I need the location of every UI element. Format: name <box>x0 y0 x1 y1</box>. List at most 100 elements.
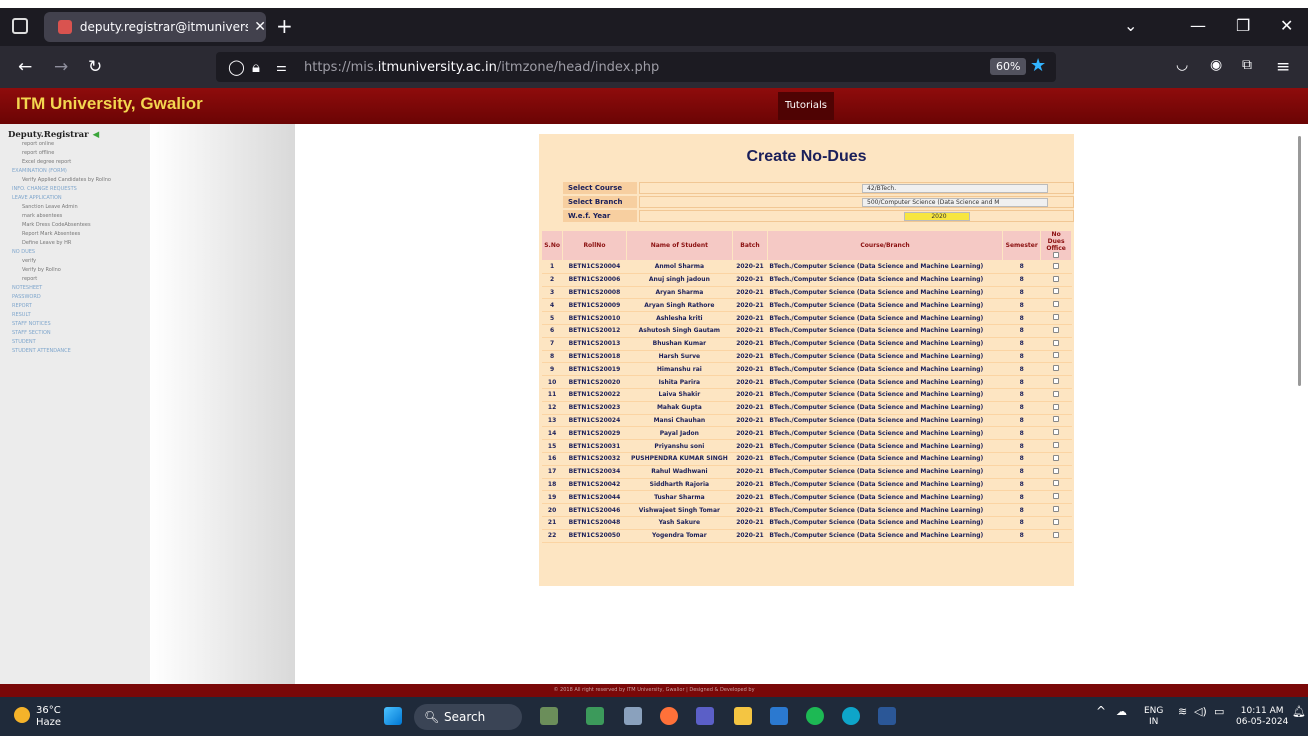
sidebar-section[interactable]: EXAMINATION (FORM) <box>12 167 111 176</box>
new-tab-icon[interactable]: + <box>276 14 293 38</box>
sidebar-link[interactable]: Report Mark Absentees <box>12 230 111 239</box>
sidebar-section[interactable]: REPORT <box>12 302 111 311</box>
taskbar-search[interactable]: 🔍︎ Search <box>414 704 522 730</box>
sidebar-link[interactable]: Mark Dress CodeAbsentees <box>12 221 111 230</box>
no-dues-checkbox[interactable] <box>1053 339 1060 346</box>
wifi-icon[interactable]: ≋ <box>1178 706 1187 717</box>
course-select[interactable]: 42/BTech. <box>862 184 1048 193</box>
windows-start-icon[interactable] <box>384 707 402 725</box>
no-dues-checkbox[interactable] <box>1053 352 1060 359</box>
sidebar-link[interactable]: report online <box>12 140 111 149</box>
no-dues-checkbox[interactable] <box>1053 506 1060 513</box>
sidebar-section[interactable]: NOTESHEET <box>12 284 111 293</box>
no-dues-checkbox[interactable] <box>1053 288 1060 295</box>
sidebar-section[interactable]: STAFF SECTION <box>12 329 111 338</box>
browser-tab[interactable]: deputy.registrar@itmuniversity.ac.in ✕ <box>44 12 266 42</box>
minimize-icon[interactable]: — <box>1190 16 1206 35</box>
no-dues-checkbox[interactable] <box>1053 262 1060 269</box>
word-icon[interactable] <box>878 707 896 725</box>
no-dues-checkbox[interactable] <box>1053 365 1060 372</box>
chevron-up-icon[interactable]: ^ <box>1096 705 1106 717</box>
chevron-down-icon[interactable]: ⌄ <box>1124 16 1137 35</box>
clock[interactable]: 10:11 AM 06-05-2024 <box>1236 706 1288 728</box>
no-dues-checkbox[interactable] <box>1053 390 1060 397</box>
language-indicator[interactable]: ENG IN <box>1144 706 1163 728</box>
sidebar-section[interactable]: STUDENT ATTENDANCE <box>12 347 111 356</box>
address-bar[interactable]: ◯ 🔒︎ ⚌ https://mis.itmuniversity.ac.in/i… <box>216 52 1056 82</box>
no-dues-checkbox[interactable] <box>1053 429 1060 436</box>
sidebar-link[interactable]: Excel degree report <box>12 158 111 167</box>
weather-widget[interactable]: 36°C Haze <box>14 705 61 729</box>
lock-icon[interactable]: 🔒︎ <box>252 58 260 76</box>
reload-icon[interactable]: ↻ <box>88 57 102 77</box>
app-icon[interactable] <box>586 707 604 725</box>
sidebar-section[interactable]: INFO. CHANGE REQUESTS <box>12 185 111 194</box>
volume-icon[interactable]: ◁) <box>1194 706 1207 717</box>
spotify-icon[interactable] <box>806 707 824 725</box>
table-row: 9 BETN1CS20019 Himanshu rai 2020-21 BTech./C… <box>541 362 1072 377</box>
sidebar-link[interactable]: verify <box>12 257 111 266</box>
branch-select[interactable]: 500/Computer Science (Data Science and M <box>862 198 1048 207</box>
sidebar-section[interactable]: NO DUES <box>12 248 111 257</box>
no-dues-checkbox[interactable] <box>1053 326 1060 333</box>
no-dues-checkbox[interactable] <box>1053 518 1060 525</box>
select-all-checkbox[interactable] <box>1053 252 1060 258</box>
close-window-icon[interactable]: ✕ <box>1280 16 1293 35</box>
extensions-icon[interactable]: ⧉ <box>1242 57 1252 73</box>
no-dues-checkbox[interactable] <box>1053 493 1060 500</box>
edge-icon[interactable] <box>842 707 860 725</box>
no-dues-checkbox[interactable] <box>1053 416 1060 423</box>
no-dues-checkbox[interactable] <box>1053 301 1060 308</box>
close-tab-icon[interactable]: ✕ <box>254 19 266 35</box>
no-dues-checkbox[interactable] <box>1053 442 1060 449</box>
sidebar-section[interactable]: RESULT <box>12 311 111 320</box>
refresh-icon[interactable]: ◀ <box>93 130 100 140</box>
zoom-level[interactable]: 60% <box>990 58 1027 75</box>
sidebar-section[interactable]: STAFF NOTICES <box>12 320 111 329</box>
maximize-icon[interactable]: ❐ <box>1236 16 1250 35</box>
notification-bell-icon[interactable]: 🔔︎ <box>1292 706 1306 717</box>
bookmark-star-icon[interactable]: ★ <box>1030 55 1046 76</box>
cloud-icon[interactable]: ☁ <box>1116 706 1127 717</box>
permissions-icon[interactable]: ⚌ <box>276 60 287 74</box>
sidebar-link[interactable]: Sanction Leave Admin <box>12 203 111 212</box>
firefox-icon[interactable] <box>660 707 678 725</box>
sidebar-link[interactable]: Verify by Rollno <box>12 266 111 275</box>
task-view-icon[interactable] <box>624 707 642 725</box>
sidebar-section[interactable]: LEAVE APPLICATION <box>12 194 111 203</box>
no-dues-checkbox[interactable] <box>1053 531 1060 538</box>
page-scrollbar[interactable] <box>1298 136 1301 386</box>
sidebar-link[interactable]: report <box>12 275 111 284</box>
no-dues-checkbox[interactable] <box>1053 480 1060 487</box>
row-no-dues-cell <box>1040 260 1072 274</box>
sidebar-section[interactable]: STUDENT <box>12 338 111 347</box>
url-text[interactable]: https://mis.itmuniversity.ac.in/itmzone/… <box>304 60 659 75</box>
year-select[interactable]: 2020 <box>904 212 970 221</box>
sidebar-link[interactable]: mark absentees <box>12 212 111 221</box>
account-icon[interactable]: ◉ <box>1210 57 1222 73</box>
branch-label: Select Branch <box>563 196 637 208</box>
no-dues-checkbox[interactable] <box>1053 378 1060 385</box>
no-dues-checkbox[interactable] <box>1053 454 1060 461</box>
battery-icon[interactable]: ▭ <box>1214 706 1224 717</box>
no-dues-checkbox[interactable] <box>1053 314 1060 321</box>
teams-icon[interactable] <box>696 707 714 725</box>
forward-icon[interactable]: → <box>54 57 68 77</box>
store-icon[interactable] <box>770 707 788 725</box>
sidebar-link[interactable]: report offline <box>12 149 111 158</box>
menu-icon[interactable]: ≡ <box>1276 57 1290 77</box>
sidebar-section[interactable]: PASSWORD <box>12 293 111 302</box>
no-dues-checkbox[interactable] <box>1053 467 1060 474</box>
widget-icon[interactable] <box>540 707 558 725</box>
pocket-icon[interactable]: ◡ <box>1176 57 1188 73</box>
back-icon[interactable]: ← <box>18 57 32 77</box>
sidebar-link[interactable]: Verify Applied Candidates by Rollno <box>12 176 111 185</box>
sidebar-link[interactable]: Define Leave by HR <box>12 239 111 248</box>
tutorials-link[interactable]: Tutorials <box>778 92 834 120</box>
tab-overview-icon[interactable] <box>12 18 28 34</box>
file-explorer-icon[interactable] <box>734 707 752 725</box>
no-dues-checkbox[interactable] <box>1053 403 1060 410</box>
shield-icon[interactable]: ◯ <box>228 58 245 76</box>
site-title[interactable]: ITM University, Gwalior <box>16 94 203 114</box>
no-dues-checkbox[interactable] <box>1053 275 1060 282</box>
